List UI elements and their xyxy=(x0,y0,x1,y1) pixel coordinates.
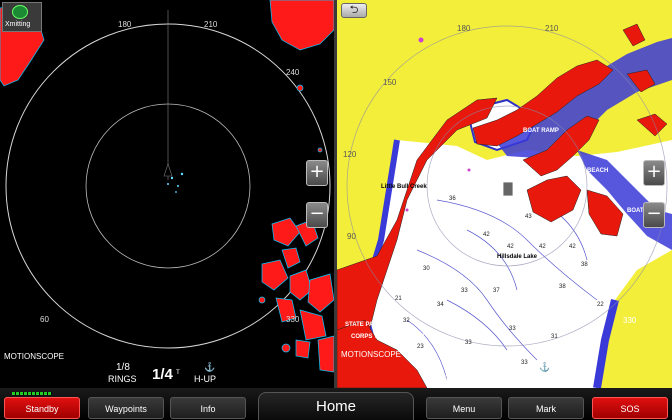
radar-heading-60: 60 xyxy=(40,315,49,324)
radar-zoom-out-button[interactable]: − xyxy=(306,202,328,228)
back-button[interactable]: ⮌ xyxy=(341,3,367,18)
menu-button[interactable]: Menu xyxy=(426,397,502,419)
depth-sounding: 37 xyxy=(493,288,500,294)
depth-sounding: 43 xyxy=(525,214,532,220)
chart-heading-180: 180 xyxy=(457,24,471,33)
chart-range-units-icon: ᵀ xyxy=(505,368,509,378)
chart-rings-value: 1/2 xyxy=(449,362,463,373)
chart-heading-210: 210 xyxy=(545,24,559,33)
depth-sounding: 33 xyxy=(465,340,472,346)
radar-pane[interactable]: Xmitting 180 210 240 60 330 + − MOTIONSC… xyxy=(0,0,334,388)
mark-button[interactable]: Mark xyxy=(508,397,584,419)
own-vessel-icon xyxy=(163,163,173,177)
radar-rings-value: 1/8 xyxy=(116,362,130,373)
depth-sounding: 33 xyxy=(509,326,516,332)
depth-sounding: 22 xyxy=(597,302,604,308)
radar-mode-label: MOTIONSCOPE xyxy=(4,352,65,361)
radar-range-value[interactable]: 1/4 xyxy=(152,366,173,383)
chart-zoom-out-button[interactable]: − xyxy=(643,202,665,228)
radar-zoom-in-button[interactable]: + xyxy=(306,160,328,186)
chart-heading-150: 150 xyxy=(383,78,397,87)
depth-sounding: 42 xyxy=(539,244,546,250)
depth-sounding: 38 xyxy=(559,284,566,290)
home-button[interactable]: Home xyxy=(258,392,414,420)
depth-sounding: 33 xyxy=(461,288,468,294)
depth-sounding: 38 xyxy=(581,262,588,268)
chart-orientation-icon: ⚓ xyxy=(539,362,551,372)
chart-vessel-icon xyxy=(502,181,514,197)
back-arrow-icon: ⮌ xyxy=(349,4,359,16)
nav-chart xyxy=(337,23,672,388)
depth-sounding: 33 xyxy=(521,360,528,366)
depth-sounding: 42 xyxy=(507,244,514,250)
chart-range-value[interactable]: 1 xyxy=(495,366,503,383)
chart-mode-label: MOTIONSCOPE xyxy=(341,350,402,359)
depth-sounding: 21 xyxy=(395,296,402,302)
radar-transmit-status[interactable]: Xmitting xyxy=(2,2,42,32)
depth-sounding: 30 xyxy=(423,266,430,272)
chart-rings-label: RINGS xyxy=(443,374,472,384)
depth-sounding: 42 xyxy=(569,244,576,250)
orientation-icon: ⚓ xyxy=(204,362,216,372)
place-hillsdale-lake: Hillsdale Lake xyxy=(497,254,538,260)
chart-heading-330: 330 xyxy=(623,316,637,325)
radar-status-label: Xmitting xyxy=(5,21,31,28)
chart-heading-120: 120 xyxy=(343,150,357,159)
depth-sounding: 42 xyxy=(483,232,490,238)
chart-heading-90: 90 xyxy=(347,232,356,241)
depth-sounding: 36 xyxy=(449,196,456,202)
place-state-park-office: STATE PARK OFFICE xyxy=(345,322,406,328)
radar-transmit-icon xyxy=(12,5,28,19)
radar-heading-180: 180 xyxy=(118,20,132,29)
depth-sounding: 34 xyxy=(437,302,444,308)
depth-sounding: 23 xyxy=(417,344,424,350)
place-beach: BEACH xyxy=(587,168,609,174)
radar-returns xyxy=(0,0,334,373)
radar-orientation-label: H-UP xyxy=(194,374,216,384)
standby-indicator xyxy=(12,392,52,395)
place-little-bull-creek: Little Bull Creek xyxy=(381,184,427,190)
chart-overlay-pane[interactable]: ⮌ 180 210 150 120 90 330 BOAT RAMP BEACH… xyxy=(337,0,672,388)
radar-heading-210: 210 xyxy=(204,20,218,29)
place-boat-ramp-1: BOAT RAMP xyxy=(523,128,559,134)
radar-rings-label: RINGS xyxy=(108,374,137,384)
depth-sounding: 31 xyxy=(551,334,558,340)
standby-button[interactable]: Standby xyxy=(4,397,80,419)
chart-zoom-in-button[interactable]: + xyxy=(643,160,665,186)
sos-button[interactable]: SOS xyxy=(592,397,668,419)
marine-display: Xmitting 180 210 240 60 330 + − MOTIONSC… xyxy=(0,0,672,420)
radar-heading-240: 240 xyxy=(286,68,300,77)
info-button[interactable]: Info xyxy=(170,397,246,419)
radar-scope xyxy=(0,0,334,373)
place-corps-visitor-center: CORPS VISITOR CENTER xyxy=(351,334,425,340)
chart-orientation-label: H-UP xyxy=(531,374,553,384)
waypoints-button[interactable]: Waypoints xyxy=(88,397,164,419)
range-units-icon: ᵀ xyxy=(176,368,180,378)
depth-sounding: 32 xyxy=(403,318,410,324)
radar-heading-330: 330 xyxy=(286,315,300,324)
